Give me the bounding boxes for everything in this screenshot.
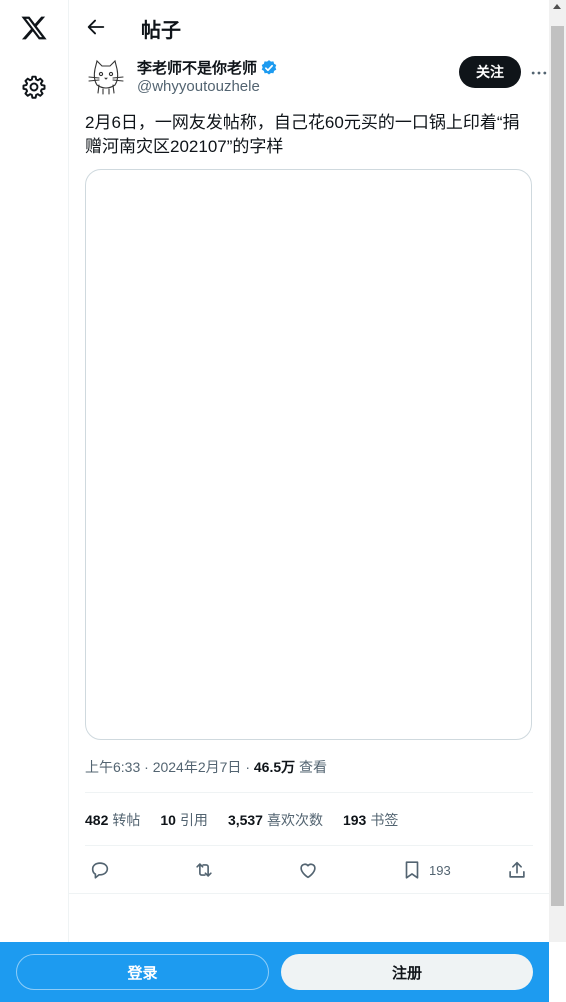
follow-button[interactable]: 关注 [459,56,521,88]
scrollbar-thumb[interactable] [551,26,564,906]
tweet-text: 2月6日，一网友发帖称，自己花60元买的一口锅上印着“捐赠河南灾区202107”… [85,113,520,156]
divider [85,845,533,846]
tweet-actions: 193 [85,856,533,884]
page-title: 帖子 [141,20,181,42]
repost-icon [196,863,212,877]
bookmark-button[interactable]: 193 [401,858,451,882]
share-button[interactable] [506,858,528,882]
bookmark-label: 书签 [370,812,399,828]
like-icon [300,863,316,879]
share-icon [509,861,525,878]
scrollbar[interactable] [549,0,566,942]
reply-button[interactable] [89,858,111,882]
tweet-date[interactable]: 2024年2月7日 [153,759,242,775]
bookmark-icon [405,861,419,879]
cat-sketch-icon [88,59,124,95]
bookmark-stat-count: 193 [342,812,367,828]
stat-reposts[interactable]: 482 转帖 [85,810,140,830]
verified-badge-icon [261,59,277,75]
left-rail [0,0,69,942]
x-logo-icon[interactable] [20,14,48,42]
author-row: 李老师不是你老师 @whyyoutouzhele 关注 [85,55,547,99]
like-button[interactable] [297,858,319,882]
divider [69,893,549,894]
signin-bar: 登录 注册 [0,942,549,1002]
back-arrow-icon[interactable] [85,16,107,38]
name-row: 李老师不是你老师 [137,57,278,78]
like-count: 3,537 [227,812,263,828]
view-count: 46.5万 [253,759,296,775]
quote-count: 10 [160,812,176,828]
meta-separator: · [245,759,250,775]
page-header: 帖子 [69,0,549,54]
gear-icon[interactable] [21,74,47,100]
repost-label: 转帖 [112,812,141,828]
stat-likes[interactable]: 3,537 喜欢次数 [228,810,323,830]
stat-bookmarks[interactable]: 193 书签 [343,810,398,830]
meta-separator: · [144,759,149,775]
bookmark-count: 193 [429,862,451,878]
like-label: 喜欢次数 [266,812,323,828]
author-handle[interactable]: @whyyoutouzhele [137,78,260,95]
repost-button[interactable] [193,858,215,882]
reply-icon [91,862,109,879]
quote-label: 引用 [179,812,208,828]
author-name[interactable]: 李老师不是你老师 [137,57,257,78]
tweet-meta: 上午6:33 · 2024年2月7日 · 46.5万 查看 [85,757,327,777]
avatar[interactable] [85,55,127,97]
main-column: 帖子 李老师不是你老师 @whyyoutouzhele 关注 2月6日，一网友发… [69,0,549,942]
media-placeholder[interactable] [85,169,532,740]
more-icon[interactable] [529,63,549,83]
signup-button[interactable]: 注册 [281,954,533,990]
view-label: 查看 [299,759,328,775]
stat-quotes[interactable]: 10 引用 [160,810,208,830]
tweet-time[interactable]: 上午6:33 [85,759,140,775]
divider [85,792,533,793]
login-button[interactable]: 登录 [16,954,269,990]
scroll-up-arrow-icon[interactable] [553,4,561,9]
tweet-stats: 482 转帖 10 引用 3,537 喜欢次数 193 书签 [85,810,418,830]
repost-count: 482 [85,812,109,828]
